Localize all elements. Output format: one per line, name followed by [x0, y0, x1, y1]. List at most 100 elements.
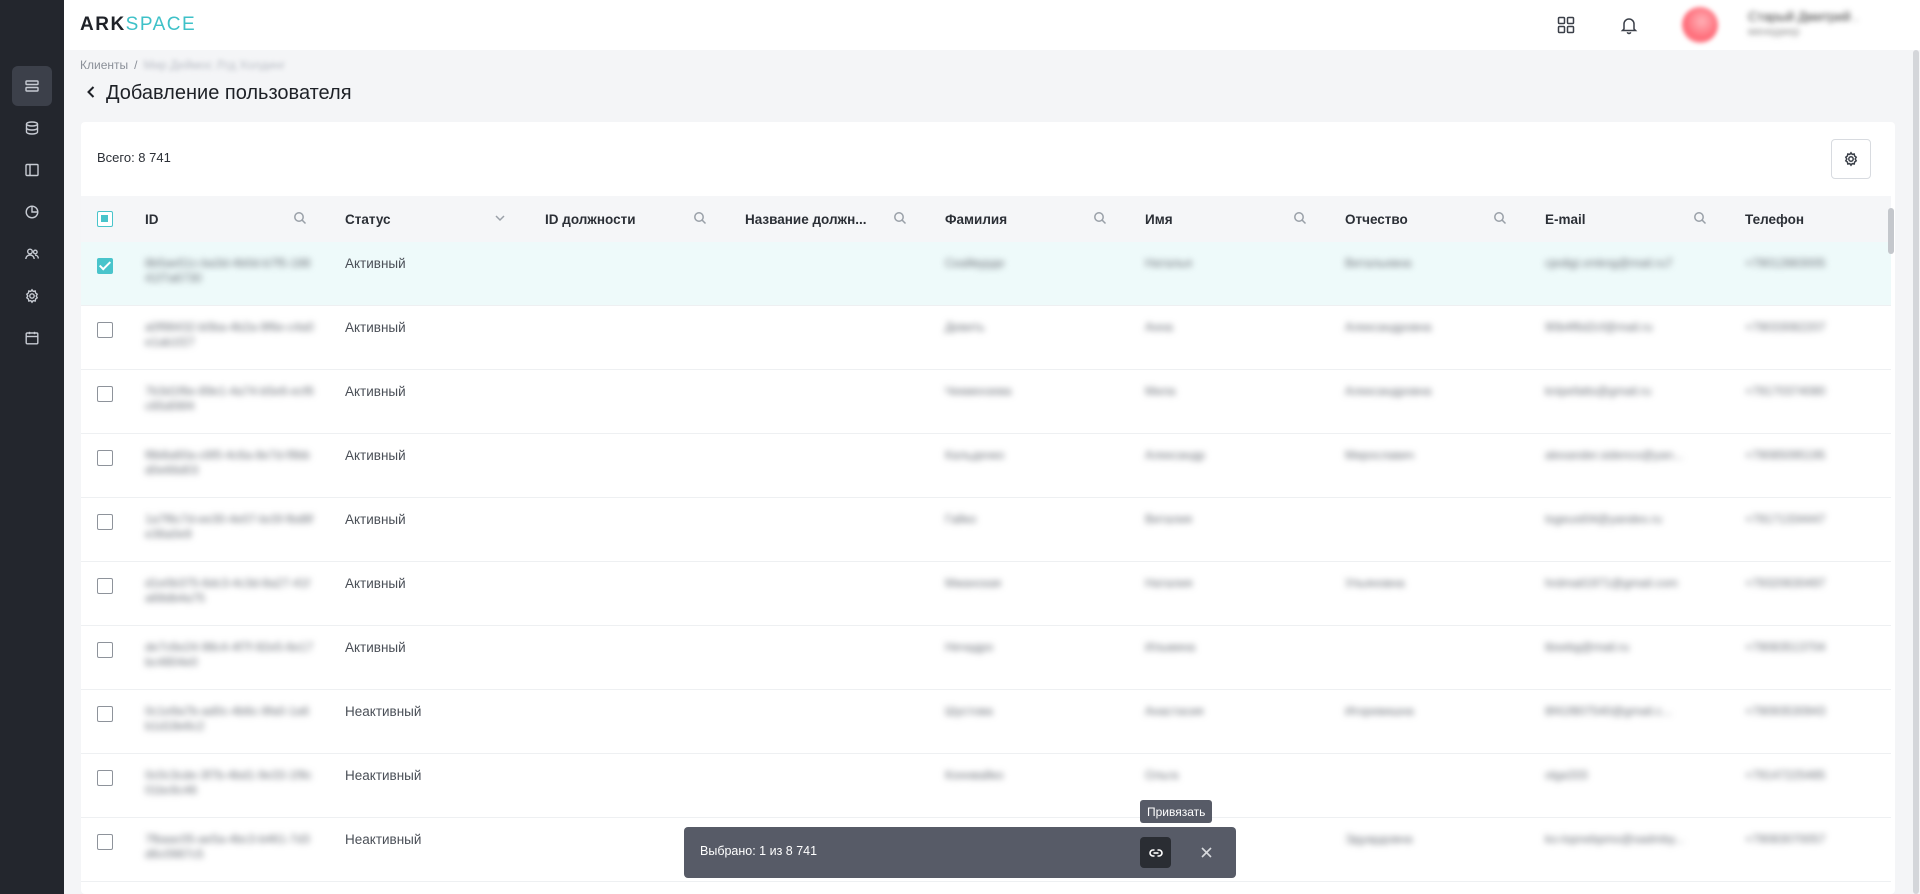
bell-icon	[1620, 18, 1638, 35]
users-table: ID Статус ID должности Название должн...…	[81, 196, 1891, 882]
scrollbar-thumb[interactable]	[1888, 208, 1894, 254]
row-checkbox[interactable]	[97, 578, 113, 594]
search-icon[interactable]	[293, 211, 309, 227]
cell-phone: +79093530943	[1745, 704, 1826, 718]
user-name[interactable]: Старый Дмитрий .	[1748, 9, 1858, 24]
column-label: Фамилия	[945, 211, 1008, 227]
column-label: Телефон	[1745, 211, 1805, 227]
cell-first: Анастасия	[1145, 704, 1204, 718]
cell-phone: +79085095195	[1745, 448, 1826, 462]
search-icon[interactable]	[893, 211, 909, 227]
row-checkbox[interactable]	[97, 642, 113, 658]
table-settings-button[interactable]	[1831, 139, 1871, 179]
column-header-middle-name[interactable]: Отчество	[1345, 196, 1408, 242]
users-card: Всего: 8 741 ID Статус ID должности Назв…	[81, 122, 1895, 894]
row-checkbox[interactable]	[97, 258, 113, 274]
cell-middle: Витальевна	[1345, 256, 1412, 270]
cell-email: alexander.sidenco@yan...	[1545, 448, 1684, 462]
table-row[interactable]: 0c1e9a7b-ad0c-4b6c-9fa0-1a6b1d18e6c2 Неак…	[81, 690, 1891, 754]
sidebar-item-database[interactable]	[12, 108, 52, 148]
column-label: Название должн...	[745, 211, 867, 227]
cell-id: d1e0b375-6dc3-4c3d-8a27-41fa68db4a75	[145, 576, 310, 605]
avatar[interactable]	[1682, 7, 1718, 43]
cell-email: cjedigi.vmkng@mail.ru7	[1545, 256, 1673, 270]
table-row[interactable]: de7c6e24-98c4-4f7f-92e5-6e17bc4804e0 Акти…	[81, 626, 1891, 690]
column-header-id[interactable]: ID	[145, 196, 159, 242]
sidebar-item-layout[interactable]	[12, 150, 52, 190]
notifications-button[interactable]	[1617, 13, 1641, 37]
breadcrumb-root[interactable]: Клиенты	[80, 58, 128, 72]
search-icon[interactable]	[1093, 211, 1109, 227]
search-icon[interactable]	[1693, 211, 1709, 227]
cell-middle: Александровна	[1345, 384, 1432, 398]
column-header-email[interactable]: E-mail	[1545, 196, 1586, 242]
cell-middle: Игоревишна	[1345, 704, 1414, 718]
list-icon	[25, 80, 39, 92]
column-header-position-id[interactable]: ID должности	[545, 196, 636, 242]
cell-first: Виталия	[1145, 512, 1192, 526]
table-row[interactable]: a0f98432-b0ba-4b2a-9f6e-c4a0e1ab1f27 Акти…	[81, 306, 1891, 370]
cell-status: Активный	[345, 512, 406, 527]
table-row[interactable]: 8b5ae51c-ba3d-4b0d-b7f5-18841f7a6730 Акти…	[81, 242, 1891, 306]
chevron-left-icon	[87, 86, 95, 98]
cell-middle: Ульяновна	[1345, 576, 1405, 590]
row-checkbox[interactable]	[97, 514, 113, 530]
sidebar	[0, 0, 64, 894]
row-checkbox[interactable]	[97, 450, 113, 466]
cell-first: Наталия	[1145, 576, 1193, 590]
table-row[interactable]: 0c0c3cde-3f7b-4bd1-9e33-1f9c01bc6c46 Неак…	[81, 754, 1891, 818]
row-checkbox[interactable]	[97, 386, 113, 402]
column-header-first-name[interactable]: Имя	[1145, 196, 1173, 242]
chevron-down-icon[interactable]	[493, 211, 509, 227]
sidebar-item-list[interactable]	[12, 66, 52, 106]
table-row[interactable]: f8b8a60a-c6f0-4c6a-8e7d-f9bbd0e66d03 Акти…	[81, 434, 1891, 498]
cell-last: Чекмензева	[945, 384, 1012, 398]
select-all-checkbox[interactable]	[97, 211, 113, 227]
cell-last: Коннвайко	[945, 768, 1004, 782]
selection-count: Выбрано: 1 из 8 741	[700, 844, 818, 858]
sidebar-item-reports[interactable]	[12, 192, 52, 232]
search-icon[interactable]	[1493, 211, 1509, 227]
cell-id: 7b3d1f6e-89e1-4a74-b5e6-ecf6c65d06f4	[145, 384, 314, 413]
cell-phone: +79033082207	[1745, 320, 1826, 334]
column-header-status[interactable]: Статус	[345, 196, 391, 242]
apps-button[interactable]	[1554, 13, 1578, 37]
close-icon	[1200, 846, 1212, 858]
cell-first: Ольга	[1145, 768, 1179, 782]
breadcrumb-current[interactable]: Мир Деймос Лтд Холдинг	[143, 58, 285, 72]
search-icon[interactable]	[1293, 211, 1309, 227]
table-row[interactable]: d1e0b375-6dc3-4c3d-8a27-41fa68db4a75 Акти…	[81, 562, 1891, 626]
back-button[interactable]	[84, 82, 98, 105]
link-icon	[1148, 848, 1163, 857]
cell-id: f8b8a60a-c6f0-4c6a-8e7d-f9bbd0e66d03	[145, 448, 310, 477]
row-checkbox[interactable]	[97, 322, 113, 338]
cell-email: olga333	[1545, 768, 1588, 782]
page-scrollbar[interactable]	[1912, 50, 1920, 894]
sidebar-item-settings[interactable]	[12, 276, 52, 316]
row-checkbox[interactable]	[97, 834, 113, 850]
cell-phone: +79083070057	[1745, 832, 1826, 846]
sidebar-item-users[interactable]	[12, 234, 52, 274]
cell-middle: Мирославич	[1345, 448, 1415, 462]
bind-button[interactable]	[1140, 837, 1171, 868]
cell-last: Кальденко	[945, 448, 1005, 462]
column-header-phone[interactable]: Телефон	[1745, 196, 1804, 242]
table-scrollbar[interactable]	[1887, 196, 1895, 894]
column-label: Статус	[345, 211, 391, 227]
close-selection-button[interactable]	[1198, 844, 1214, 860]
table-row[interactable]: 7b3d1f6e-89e1-4a74-b5e6-ecf6c65d06f4 Акти…	[81, 370, 1891, 434]
column-header-position-name[interactable]: Название должн...	[745, 196, 867, 242]
cell-status: Активный	[345, 448, 406, 463]
cell-first: Анна	[1145, 320, 1173, 334]
row-checkbox[interactable]	[97, 770, 113, 786]
column-header-last-name[interactable]: Фамилия	[945, 196, 1007, 242]
table-row[interactable]: 1a7f6c7d-ee30-4e07-bc5f-fbd8fe36a0e9 Акти…	[81, 498, 1891, 562]
sidebar-item-calendar[interactable]	[12, 318, 52, 358]
page-scrollbar-thumb[interactable]	[1913, 50, 1919, 894]
row-checkbox[interactable]	[97, 706, 113, 722]
search-icon[interactable]	[693, 211, 709, 227]
cell-phone: +79320630497	[1745, 576, 1826, 590]
app-logo[interactable]: ARKSPACE	[80, 14, 196, 36]
database-icon	[25, 121, 39, 135]
cell-email: hrdmail1971@gmail.com	[1545, 576, 1678, 590]
